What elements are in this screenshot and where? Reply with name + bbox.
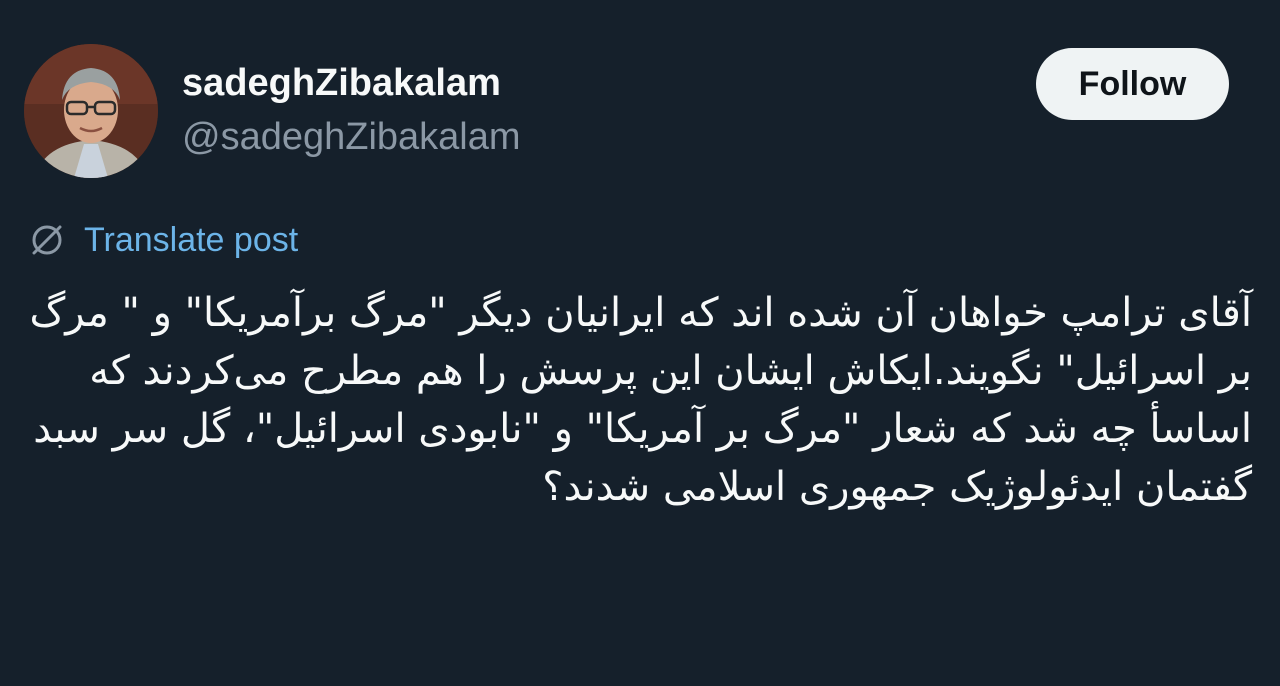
post-card: sadeghZibakalam @sadeghZibakalam Follow … (0, 0, 1280, 686)
translate-post-label: Translate post (84, 220, 299, 259)
avatar-image (24, 44, 158, 178)
post-text: آقای ترامپ خواهان آن شده اند که ایرانیان… (29, 290, 1252, 510)
avatar[interactable] (24, 44, 158, 178)
globe-icon (28, 221, 66, 259)
follow-button[interactable]: Follow (1036, 48, 1229, 120)
author-display-name[interactable]: sadeghZibakalam (182, 62, 501, 105)
translate-post-link[interactable]: Translate post (28, 218, 298, 262)
author-handle[interactable]: @sadeghZibakalam (182, 116, 521, 159)
